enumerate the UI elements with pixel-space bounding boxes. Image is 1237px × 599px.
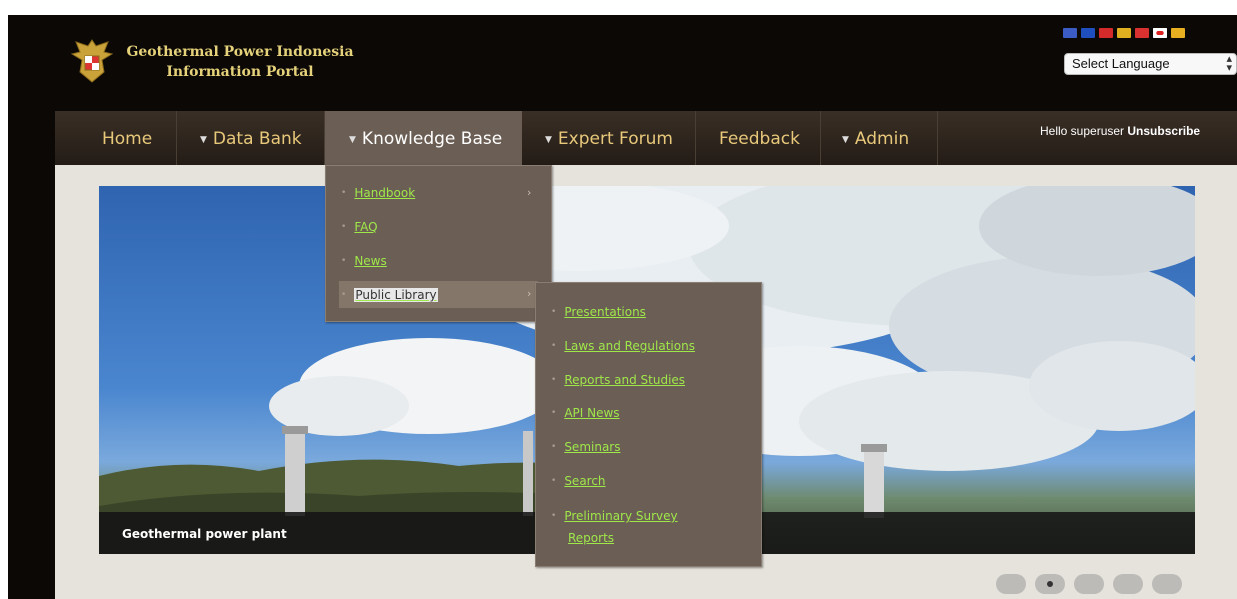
site-title-line1: Geothermal Power Indonesia [126,44,354,60]
menu-item-public-library[interactable]: • Public Library [341,288,438,302]
nav-admin[interactable]: ▼ Admin [842,111,909,165]
fr-flag-icon[interactable] [1099,28,1113,38]
main-nav: Home ▼ Data Bank ▼ Knowledge Base ▼ Expert … [55,111,1237,165]
nav-divider [695,111,696,165]
id-flag-icon[interactable] [1135,28,1149,38]
menu-item-label: Laws and Regulations [564,339,695,353]
nav-expert-forum[interactable]: ▼ Expert Forum [545,111,673,165]
nav-knowledge-base-label: Knowledge Base [361,129,503,149]
public-library-submenu: • Presentations • Laws and Regulations • Re… [535,282,762,567]
menu-item-presentations[interactable]: • Presentations [551,305,646,319]
caret-down-icon: ▼ [349,135,356,145]
menu-item-search[interactable]: • Search [551,474,606,488]
bullet-icon: • [551,375,557,385]
menu-item-label: Search [564,474,606,488]
bullet-icon: • [551,341,557,351]
ph-flag-icon[interactable] [1081,28,1095,38]
nav-data-bank[interactable]: ▼ Data Bank [200,111,302,165]
nav-feedback[interactable]: Feedback [719,111,800,165]
nav-data-bank-label: Data Bank [212,129,302,149]
slider-dot[interactable] [1152,574,1182,594]
slider-dot[interactable] [1074,574,1104,594]
menu-item-label: Seminars [564,440,621,454]
bullet-icon: • [551,307,557,317]
menu-item-label: Presentations [564,305,646,319]
language-select-value: Select Language [1072,56,1170,71]
menu-item-label: Public Library [354,288,438,302]
nav-admin-label: Admin [854,129,910,149]
submenu-arrow-icon: › [527,287,532,300]
nav-divider [176,111,177,165]
menu-item-label: Reports and Studies [564,373,686,387]
slider-dots [996,574,1182,594]
menu-item-preliminary-survey-reports-line2[interactable]: Reports [568,531,614,545]
garuda-emblem-icon[interactable] [70,36,114,86]
de-flag-icon[interactable] [1117,28,1131,38]
menu-item-news[interactable]: • News [341,254,387,268]
menu-item-reports-and-studies[interactable]: • Reports and Studies [551,373,685,387]
bullet-icon: • [341,222,347,232]
bullet-icon: • [341,256,347,266]
slider-dot[interactable] [1035,574,1065,594]
nav-feedback-label: Feedback [719,129,800,149]
bullet-icon: • [551,476,557,486]
site-title[interactable]: Geothermal Power Indonesia Information P… [120,42,360,82]
nav-expert-forum-label: Expert Forum [557,129,673,149]
caret-down-icon: ▼ [545,135,552,145]
language-select[interactable]: Select Language ▴ ▾ [1064,53,1237,75]
caret-down-icon: ▼ [200,135,207,145]
language-flags [1063,28,1185,42]
menu-item-label: Reports [568,531,615,545]
menu-item-label: News [354,254,387,268]
menu-item-handbook[interactable]: • Handbook [341,186,415,200]
caret-down-icon: ▼ [842,135,849,145]
menu-item-api-news[interactable]: • API News [551,406,620,420]
bullet-icon: • [551,442,557,452]
user-greeting: Hello superuser Unsubscribe [1040,124,1200,138]
bullet-icon: • [341,290,347,300]
unsubscribe-link[interactable]: Unsubscribe [1127,124,1200,138]
bullet-icon: • [551,408,557,418]
nav-home[interactable]: Home [102,111,152,165]
menu-item-label: API News [564,406,620,420]
menu-item-seminars[interactable]: • Seminars [551,440,620,454]
jp-flag-icon[interactable] [1153,28,1167,38]
slider-dot[interactable] [996,574,1026,594]
nav-divider [820,111,821,165]
nav-divider [937,111,938,165]
site-title-line2: Information Portal [166,64,314,80]
menu-item-label: FAQ [354,220,378,234]
nav-knowledge-base[interactable]: ▼ Knowledge Base [325,111,522,165]
hero-caption: Geothermal power plant [122,527,287,541]
greeting-text: Hello superuser [1040,124,1125,138]
bullet-icon: • [551,511,557,521]
menu-item-laws-and-regulations[interactable]: • Laws and Regulations [551,339,695,353]
es-flag-icon[interactable] [1171,28,1185,38]
menu-item-label: Preliminary Survey [564,509,678,523]
us-flag-icon[interactable] [1063,28,1077,38]
knowledge-base-dropdown: • Handbook › • FAQ • News • Public Library › [325,165,552,322]
bullet-icon: • [341,188,347,198]
nav-home-label: Home [102,129,153,149]
menu-item-faq[interactable]: • FAQ [341,220,378,234]
submenu-arrow-icon: › [527,186,532,199]
menu-item-label: Handbook [354,186,416,200]
slider-dot[interactable] [1113,574,1143,594]
menu-item-preliminary-survey-reports[interactable]: • Preliminary Survey [551,509,678,523]
select-arrows-icon: ▴ ▾ [1226,53,1232,74]
